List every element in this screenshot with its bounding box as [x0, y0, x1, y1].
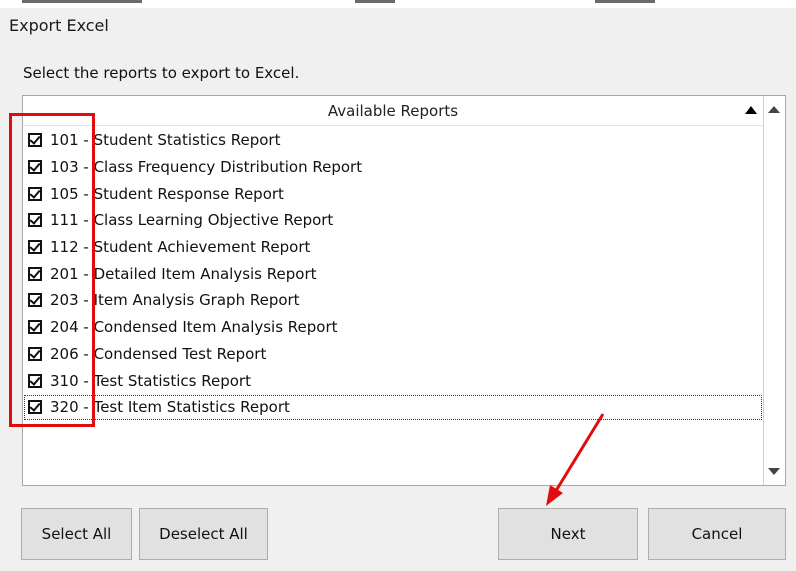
sort-ascending-icon — [745, 106, 757, 114]
list-item[interactable]: 310 - Test Statistics Report — [23, 367, 763, 394]
list-item[interactable]: 201 - Detailed Item Analysis Report — [23, 260, 763, 287]
list-header[interactable]: Available Reports — [23, 96, 763, 126]
next-button[interactable]: Next — [498, 508, 638, 560]
list-item-label: 203 - Item Analysis Graph Report — [50, 291, 300, 310]
list-item-label: 201 - Detailed Item Analysis Report — [50, 264, 317, 283]
list-item-label: 310 - Test Statistics Report — [50, 371, 251, 390]
list-item[interactable]: 103 - Class Frequency Distribution Repor… — [23, 154, 763, 181]
list-item[interactable]: 101 - Student Statistics Report — [23, 127, 763, 154]
checkbox-checked-icon[interactable] — [28, 186, 42, 201]
vertical-scrollbar[interactable] — [763, 96, 785, 485]
checkbox-checked-icon[interactable] — [28, 320, 42, 335]
checkbox-checked-icon[interactable] — [28, 293, 42, 308]
checkbox-checked-icon[interactable] — [28, 266, 42, 281]
scroll-down-arrow-icon[interactable] — [768, 468, 780, 475]
check-mark-icon — [29, 240, 41, 252]
list-item[interactable]: 105 - Student Response Report — [23, 180, 763, 207]
list-item[interactable]: 320 - Test Item Statistics Report — [23, 394, 763, 421]
cancel-button[interactable]: Cancel — [648, 508, 786, 560]
instruction-text: Select the reports to export to Excel. — [23, 64, 300, 82]
checkbox-checked-icon[interactable] — [28, 240, 42, 255]
list-item-label: 206 - Condensed Test Report — [50, 344, 267, 363]
check-mark-icon — [29, 186, 41, 199]
list-item-label: 101 - Student Statistics Report — [50, 131, 281, 150]
check-mark-icon — [29, 267, 41, 279]
check-mark-icon — [29, 320, 41, 332]
list-item[interactable]: 206 - Condensed Test Report — [23, 341, 763, 368]
list-header-label: Available Reports — [327, 102, 459, 120]
check-mark-icon — [29, 293, 41, 306]
list-item-label: 320 - Test Item Statistics Report — [50, 398, 290, 417]
checkbox-checked-icon[interactable] — [28, 160, 42, 175]
check-mark-icon — [29, 160, 41, 172]
checkbox-checked-icon[interactable] — [28, 133, 42, 148]
list-item[interactable]: 112 - Student Achievement Report — [23, 234, 763, 261]
background-window-edge — [0, 0, 796, 8]
checkbox-checked-icon[interactable] — [28, 373, 42, 388]
report-rows: 101 - Student Statistics Report 103 - Cla… — [23, 127, 763, 421]
check-mark-icon — [29, 373, 41, 386]
checkbox-checked-icon[interactable] — [28, 346, 42, 361]
checkbox-checked-icon[interactable] — [28, 213, 42, 228]
check-mark-icon — [29, 133, 41, 146]
dialog-title: Export Excel — [9, 16, 109, 35]
check-mark-icon — [29, 400, 41, 412]
scroll-up-arrow-icon[interactable] — [768, 106, 780, 113]
list-item[interactable]: 203 - Item Analysis Graph Report — [23, 287, 763, 314]
list-item-label: 112 - Student Achievement Report — [50, 238, 311, 257]
reports-list[interactable]: Available Reports 101 - Student Statisti… — [22, 95, 786, 486]
checkbox-checked-icon[interactable] — [28, 400, 42, 415]
export-excel-dialog: Export Excel Select the reports to expor… — [0, 0, 796, 571]
list-item[interactable]: 204 - Condensed Item Analysis Report — [23, 314, 763, 341]
list-item-label: 103 - Class Frequency Distribution Repor… — [50, 158, 363, 177]
list-item-label: 111 - Class Learning Objective Report — [50, 211, 334, 230]
check-mark-icon — [29, 213, 41, 226]
list-item[interactable]: 111 - Class Learning Objective Report — [23, 207, 763, 234]
check-mark-icon — [29, 347, 41, 359]
list-item-label: 105 - Student Response Report — [50, 184, 284, 203]
deselect-all-button[interactable]: Deselect All — [139, 508, 268, 560]
list-item-label: 204 - Condensed Item Analysis Report — [50, 318, 338, 337]
select-all-button[interactable]: Select All — [21, 508, 132, 560]
